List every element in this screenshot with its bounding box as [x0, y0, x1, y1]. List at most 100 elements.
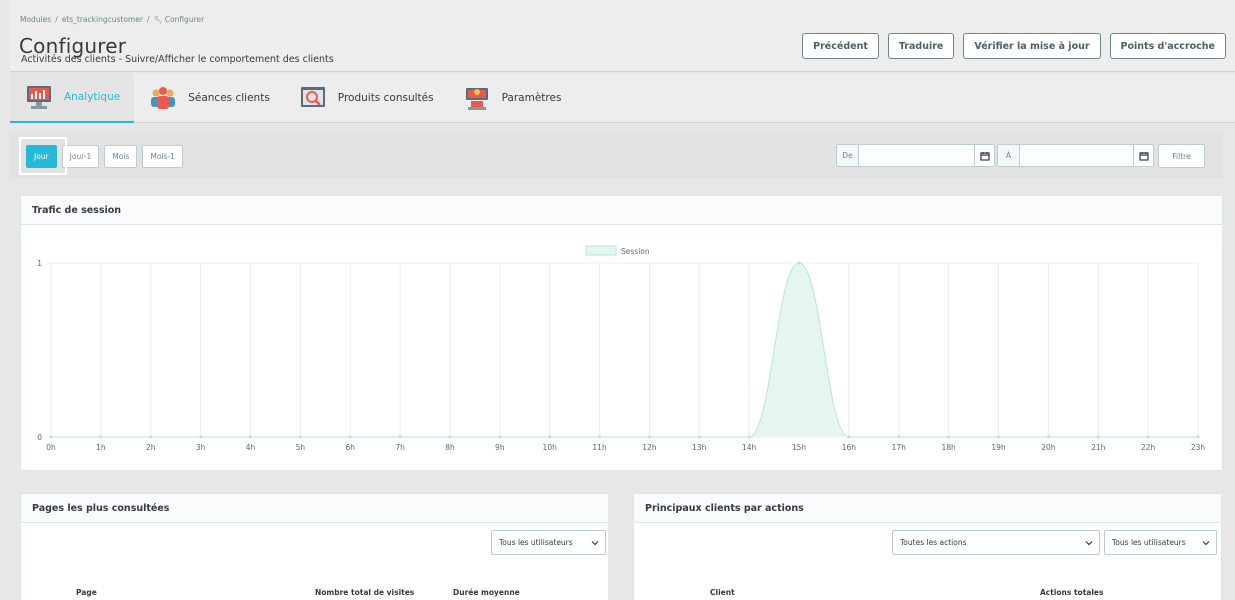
x-tick-label: 18h [942, 443, 957, 452]
x-tick-label: 13h [692, 443, 707, 452]
date-from-input[interactable] [859, 145, 974, 166]
x-tick-label: 10h [543, 443, 558, 452]
data-point [49, 435, 53, 439]
tab-viewed-products[interactable]: Produits consultés [284, 73, 448, 123]
data-point [997, 435, 1001, 439]
data-point [1046, 435, 1050, 439]
tab-customer-sessions[interactable]: Séances clients [134, 73, 284, 123]
top-customers-panel: Principaux clients par actions Toutes le… [633, 493, 1222, 600]
period-month-button[interactable]: Mois [104, 145, 138, 168]
filter-button[interactable]: Filtre [1158, 144, 1205, 168]
x-tick-label: 1h [96, 443, 106, 452]
x-tick-label: 3h [196, 443, 206, 452]
x-tick-label: 16h [842, 443, 857, 452]
data-point [298, 435, 302, 439]
data-point [598, 435, 602, 439]
date-to-input[interactable] [1020, 145, 1133, 166]
x-tick-label: 6h [345, 443, 355, 452]
data-point [248, 435, 252, 439]
x-tick-label: 4h [246, 443, 256, 452]
previous-button[interactable]: Précédent [802, 33, 879, 59]
session-traffic-chart: 010h 1h 2h 3h 4h 5h 6h 7h 8h 9h 10h 11h 12h 13h 14h 15h… [37, 245, 1206, 452]
users-select[interactable]: Tous les utilisateurs [491, 530, 606, 555]
x-tick-label: 8h [445, 443, 455, 452]
tab-settings-label: Paramètres [501, 92, 562, 104]
translate-button[interactable]: Traduire [887, 33, 955, 59]
data-point [947, 435, 951, 439]
page-subtitle: Activités des clients - Suivre/Afficher … [21, 54, 334, 65]
session-traffic-title: Trafic de session [21, 196, 1222, 225]
tab-viewed-products-label: Produits consultés [337, 92, 434, 104]
date-from-group: De [836, 144, 995, 167]
x-tick-label: 17h [892, 443, 907, 452]
check-update-button[interactable]: Vérifier la mise à jour [963, 33, 1101, 59]
period-previous-month-button[interactable]: Mois-1 [142, 145, 183, 168]
column-header-customer: Client [710, 588, 735, 597]
breadcrumb-module[interactable]: ets_trackingcustomer [62, 15, 143, 24]
data-point [199, 435, 203, 439]
data-point [398, 435, 402, 439]
top-customers-title: Principaux clients par actions [634, 494, 1221, 523]
page-header: Modules / ets_trackingcustomer / 🔧︎ Configur… [10, 0, 1235, 72]
series-area-session [51, 263, 1198, 437]
legend-swatch [585, 245, 617, 256]
actions-select-value: Toutes les actions [900, 538, 967, 547]
x-tick-label: 0h [46, 443, 56, 452]
data-point [647, 435, 651, 439]
users-select-value: Tous les utilisateurs [499, 538, 573, 547]
data-point [797, 261, 801, 265]
product-search-icon [298, 84, 328, 112]
x-tick-label: 19h [991, 443, 1006, 452]
date-to-label: À [998, 145, 1020, 166]
data-point [1146, 435, 1150, 439]
chevron-down-icon [1202, 541, 1210, 546]
x-tick-label: 2h [146, 443, 156, 452]
data-point [149, 435, 153, 439]
data-point [498, 435, 502, 439]
data-point [697, 435, 701, 439]
date-to-group: À [997, 144, 1154, 167]
tab-settings[interactable]: Paramètres [448, 73, 576, 123]
column-header-total-actions: Actions totales [1040, 588, 1104, 597]
customers-users-select[interactable]: Tous les utilisateurs [1104, 530, 1217, 555]
x-tick-label: 12h [642, 443, 657, 452]
hooks-button[interactable]: Points d'accroche [1109, 33, 1226, 59]
y-tick-label: 1 [37, 259, 42, 268]
tab-analytics[interactable]: Analytique [10, 73, 135, 123]
x-tick-label: 7h [395, 443, 405, 452]
x-tick-label: 11h [592, 443, 607, 452]
x-tick-label: 21h [1091, 443, 1106, 452]
data-point [1196, 435, 1200, 439]
x-tick-label: 5h [296, 443, 306, 452]
header-toolbar: Précédent Traduire Vérifier la mise à jo… [802, 33, 1226, 59]
data-point [348, 435, 352, 439]
data-point [747, 435, 751, 439]
x-tick-label: 14h [742, 443, 757, 452]
period-previous-day-button[interactable]: Jour-1 [61, 145, 100, 168]
breadcrumb: Modules / ets_trackingcustomer / 🔧︎ Configur… [20, 15, 205, 24]
settings-desk-icon [462, 84, 492, 112]
x-tick-label: 22h [1141, 443, 1156, 452]
module-tabs: Analytique Séances clients Produits cons… [10, 73, 1235, 123]
highlight-frame [19, 137, 67, 175]
calendar-icon[interactable] [1133, 145, 1153, 166]
breadcrumb-modules[interactable]: Modules [20, 15, 51, 24]
wrench-icon: 🔧︎ [153, 16, 163, 24]
data-point [847, 435, 851, 439]
admin-page: Modules / ets_trackingcustomer / 🔧︎ Configur… [0, 0, 1235, 600]
calendar-icon[interactable] [974, 145, 994, 166]
series-line-session [50, 262, 1198, 438]
analytics-monitor-icon [24, 83, 54, 111]
x-tick-label: 23h [1191, 443, 1206, 452]
actions-select[interactable]: Toutes les actions [892, 530, 1100, 555]
data-point [448, 435, 452, 439]
data-point [99, 435, 103, 439]
column-header-average-duration: Durée moyenne [453, 588, 520, 597]
data-point [548, 435, 552, 439]
x-tick-label: 20h [1041, 443, 1056, 452]
most-viewed-pages-title: Pages les plus consultées [21, 494, 608, 523]
chevron-down-icon [1085, 541, 1093, 546]
legend-label: Session [621, 247, 650, 256]
x-tick-label: 9h [495, 443, 505, 452]
data-point [1096, 435, 1100, 439]
